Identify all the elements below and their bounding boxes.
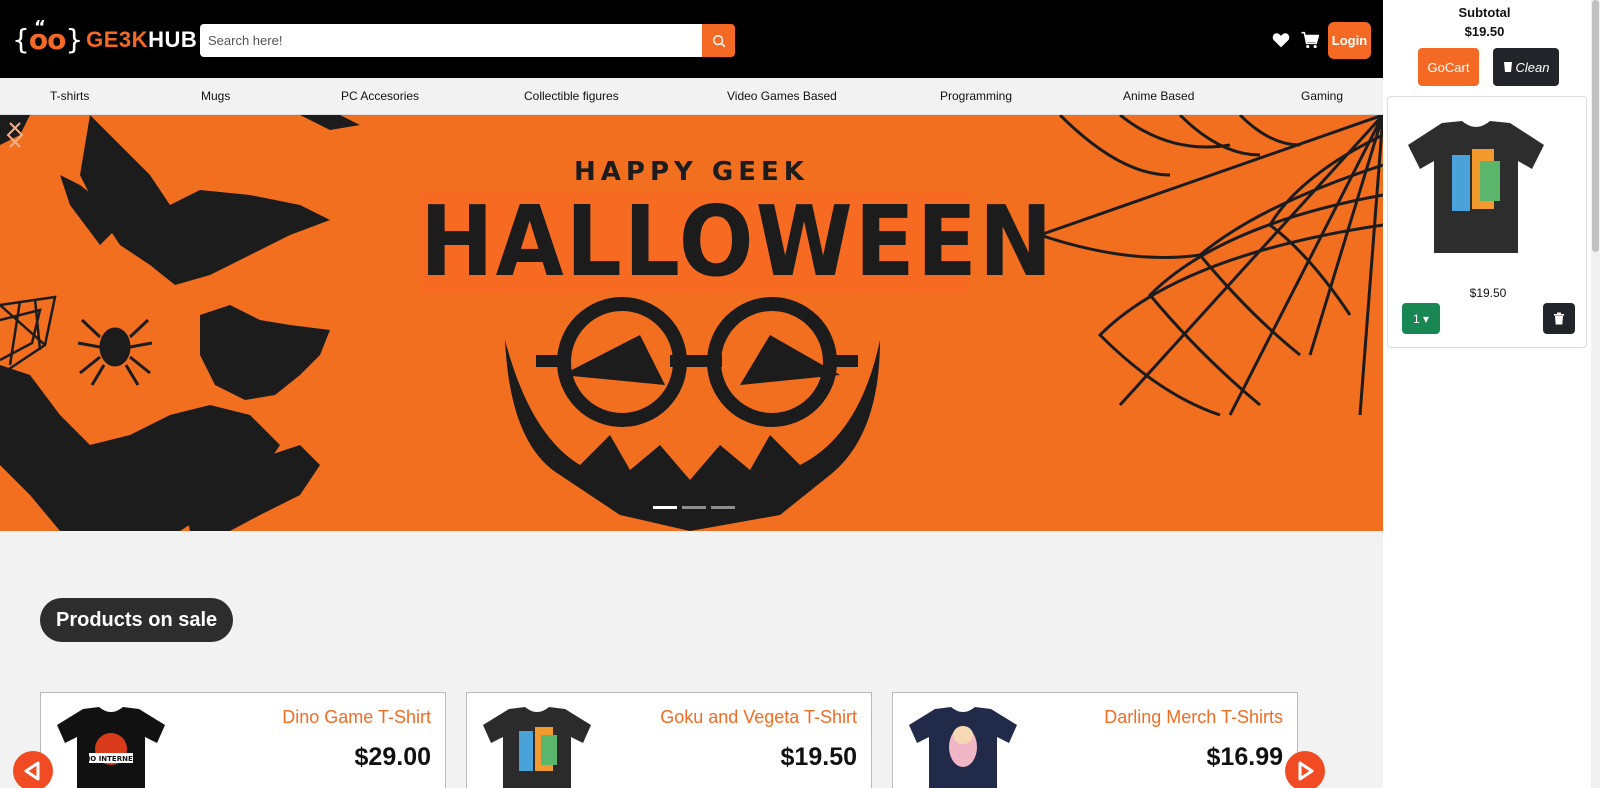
product-card[interactable]: Darling Merch T-Shirts $16.99 bbox=[892, 692, 1298, 788]
sale-section-title: Products on sale bbox=[40, 598, 234, 642]
carousel-next-icon[interactable] bbox=[0, 115, 30, 155]
nav-item-programming[interactable]: Programming bbox=[940, 78, 1012, 115]
nav-item-pc-accesories[interactable]: PC Accesories bbox=[341, 78, 419, 115]
category-nav: T-shirts Mugs PC Accesories Collectible … bbox=[0, 78, 1383, 115]
nav-item-gaming[interactable]: Gaming bbox=[1301, 78, 1343, 115]
product-name[interactable]: Goku and Vegeta T-Shirt bbox=[660, 707, 857, 728]
small-web-icon bbox=[0, 295, 57, 377]
subtotal-label: Subtotal bbox=[1458, 5, 1511, 20]
search-icon bbox=[712, 34, 725, 47]
arrow-right-icon bbox=[1298, 761, 1314, 781]
search-button[interactable] bbox=[702, 24, 735, 57]
product-name[interactable]: Darling Merch T-Shirts bbox=[1104, 707, 1283, 728]
carousel-indicator-3[interactable] bbox=[711, 506, 735, 509]
nav-item-tshirts[interactable]: T-shirts bbox=[50, 78, 89, 115]
subtotal-value: $19.50 bbox=[1464, 24, 1505, 39]
product-price: $16.99 bbox=[1206, 743, 1283, 771]
scrollbar-thumb[interactable] bbox=[1592, 0, 1599, 252]
product-price: $29.00 bbox=[354, 743, 431, 771]
gocart-button[interactable]: GoCart bbox=[1418, 48, 1479, 86]
cart-item: $19.50 1 ▾ bbox=[1387, 96, 1587, 348]
clean-label: Clean bbox=[1515, 59, 1550, 75]
hero-carousel: HAPPY GEEK HALLOWEEN bbox=[0, 115, 1383, 531]
product-image-dino: NO INTERNET bbox=[57, 707, 165, 788]
page: {oo}“ GE3KHUB Login T-shirts Mugs PC Acc… bbox=[0, 0, 1600, 788]
banner-line2: HALLOWEEN bbox=[420, 184, 1055, 299]
login-button[interactable]: Login bbox=[1328, 22, 1371, 59]
product-card[interactable]: Goku and Vegeta T-Shirt $19.50 bbox=[466, 692, 872, 788]
logo-mark: {oo} “ bbox=[12, 17, 83, 58]
product-image-goku-vegeta bbox=[483, 707, 591, 788]
quantity-dropdown[interactable]: 1 ▾ bbox=[1402, 303, 1440, 334]
cart-item-image bbox=[1408, 121, 1544, 253]
products-prev-button[interactable] bbox=[13, 751, 53, 788]
cart-icon[interactable] bbox=[1301, 31, 1319, 49]
cup-icon bbox=[1503, 62, 1512, 72]
spider-icon bbox=[77, 318, 153, 386]
vertical-scrollbar[interactable] bbox=[1591, 0, 1600, 788]
logo[interactable]: {oo} “ GE3KHUB bbox=[12, 17, 197, 58]
products-next-button[interactable] bbox=[1285, 751, 1325, 788]
remove-item-button[interactable] bbox=[1543, 303, 1575, 334]
nav-item-collectible-figures[interactable]: Collectible figures bbox=[524, 78, 619, 115]
heart-icon[interactable] bbox=[1272, 31, 1290, 49]
product-card[interactable]: NO INTERNET Dino Game T-Shirt $29.00 bbox=[40, 692, 446, 788]
product-image-darling bbox=[909, 707, 1017, 788]
clean-cart-button[interactable]: Clean bbox=[1493, 48, 1559, 86]
cart-item-price: $19.50 bbox=[1469, 286, 1507, 300]
header: {oo}“ GE3KHUB Login bbox=[0, 0, 1383, 78]
carousel-indicator-2[interactable] bbox=[682, 506, 706, 509]
search-bar bbox=[200, 24, 735, 57]
logo-quote: “ bbox=[34, 17, 46, 38]
carousel-indicators bbox=[653, 506, 735, 509]
cart-sidebar: Subtotal $19.50 GoCart Clean $19.50 1 ▾ bbox=[1383, 0, 1600, 788]
carousel-indicator-1[interactable] bbox=[653, 506, 677, 509]
product-graphic-text: NO INTERNET bbox=[84, 755, 137, 763]
nav-item-anime-based[interactable]: Anime Based bbox=[1123, 78, 1194, 115]
brand-name: GE3KHUB bbox=[86, 27, 197, 53]
brand-name-part2: HUB bbox=[148, 27, 198, 52]
product-name[interactable]: Dino Game T-Shirt bbox=[282, 707, 431, 728]
trash-icon bbox=[1554, 312, 1564, 325]
brand-name-part1: GE3K bbox=[86, 27, 149, 52]
arrow-left-icon bbox=[24, 761, 40, 781]
product-price: $19.50 bbox=[780, 743, 857, 771]
pumpkin-face bbox=[505, 297, 880, 531]
search-input[interactable] bbox=[200, 24, 702, 57]
quantity-value: 1 bbox=[1412, 311, 1420, 326]
nav-item-mugs[interactable]: Mugs bbox=[201, 78, 230, 115]
banner-line1: HAPPY GEEK bbox=[574, 157, 809, 187]
nav-item-video-games-based[interactable]: Video Games Based bbox=[727, 78, 837, 115]
